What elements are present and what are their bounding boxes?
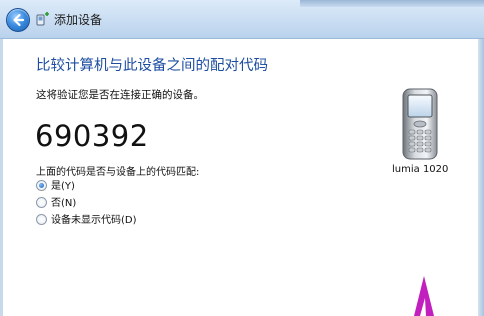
- left-frame: [0, 39, 3, 316]
- radio-no[interactable]: [36, 196, 47, 208]
- option-no-code-label: 设备未显示代码(D): [51, 215, 137, 226]
- right-frame: [478, 39, 484, 316]
- back-button[interactable]: [6, 8, 30, 32]
- page-subtitle: 这将验证您是否在连接正确的设备。: [36, 89, 204, 101]
- pointer-arrow-icon: [414, 276, 434, 316]
- window-title: 添加设备: [54, 13, 103, 27]
- option-no-code[interactable]: 设备未显示代码(D): [36, 213, 137, 228]
- option-yes-label: 是(Y): [51, 181, 75, 192]
- back-arrow-icon: [13, 13, 25, 27]
- option-no[interactable]: 否(N): [36, 196, 77, 211]
- code-match-question: 上面的代码是否与设备上的代码匹配:: [36, 167, 200, 178]
- window-frame-strip: [300, 0, 484, 7]
- add-device-icon: [36, 12, 49, 26]
- device-name: lumia 1020: [392, 164, 449, 175]
- option-no-label: 否(N): [51, 198, 77, 209]
- pairing-code: 690392: [35, 119, 149, 153]
- page-heading: 比较计算机与此设备之间的配对代码: [36, 58, 268, 74]
- option-yes[interactable]: 是(Y): [36, 179, 75, 194]
- title-bar: 添加设备: [0, 0, 484, 39]
- phone-icon: [402, 88, 438, 160]
- radio-yes[interactable]: [36, 179, 47, 191]
- radio-no-code[interactable]: [36, 213, 47, 225]
